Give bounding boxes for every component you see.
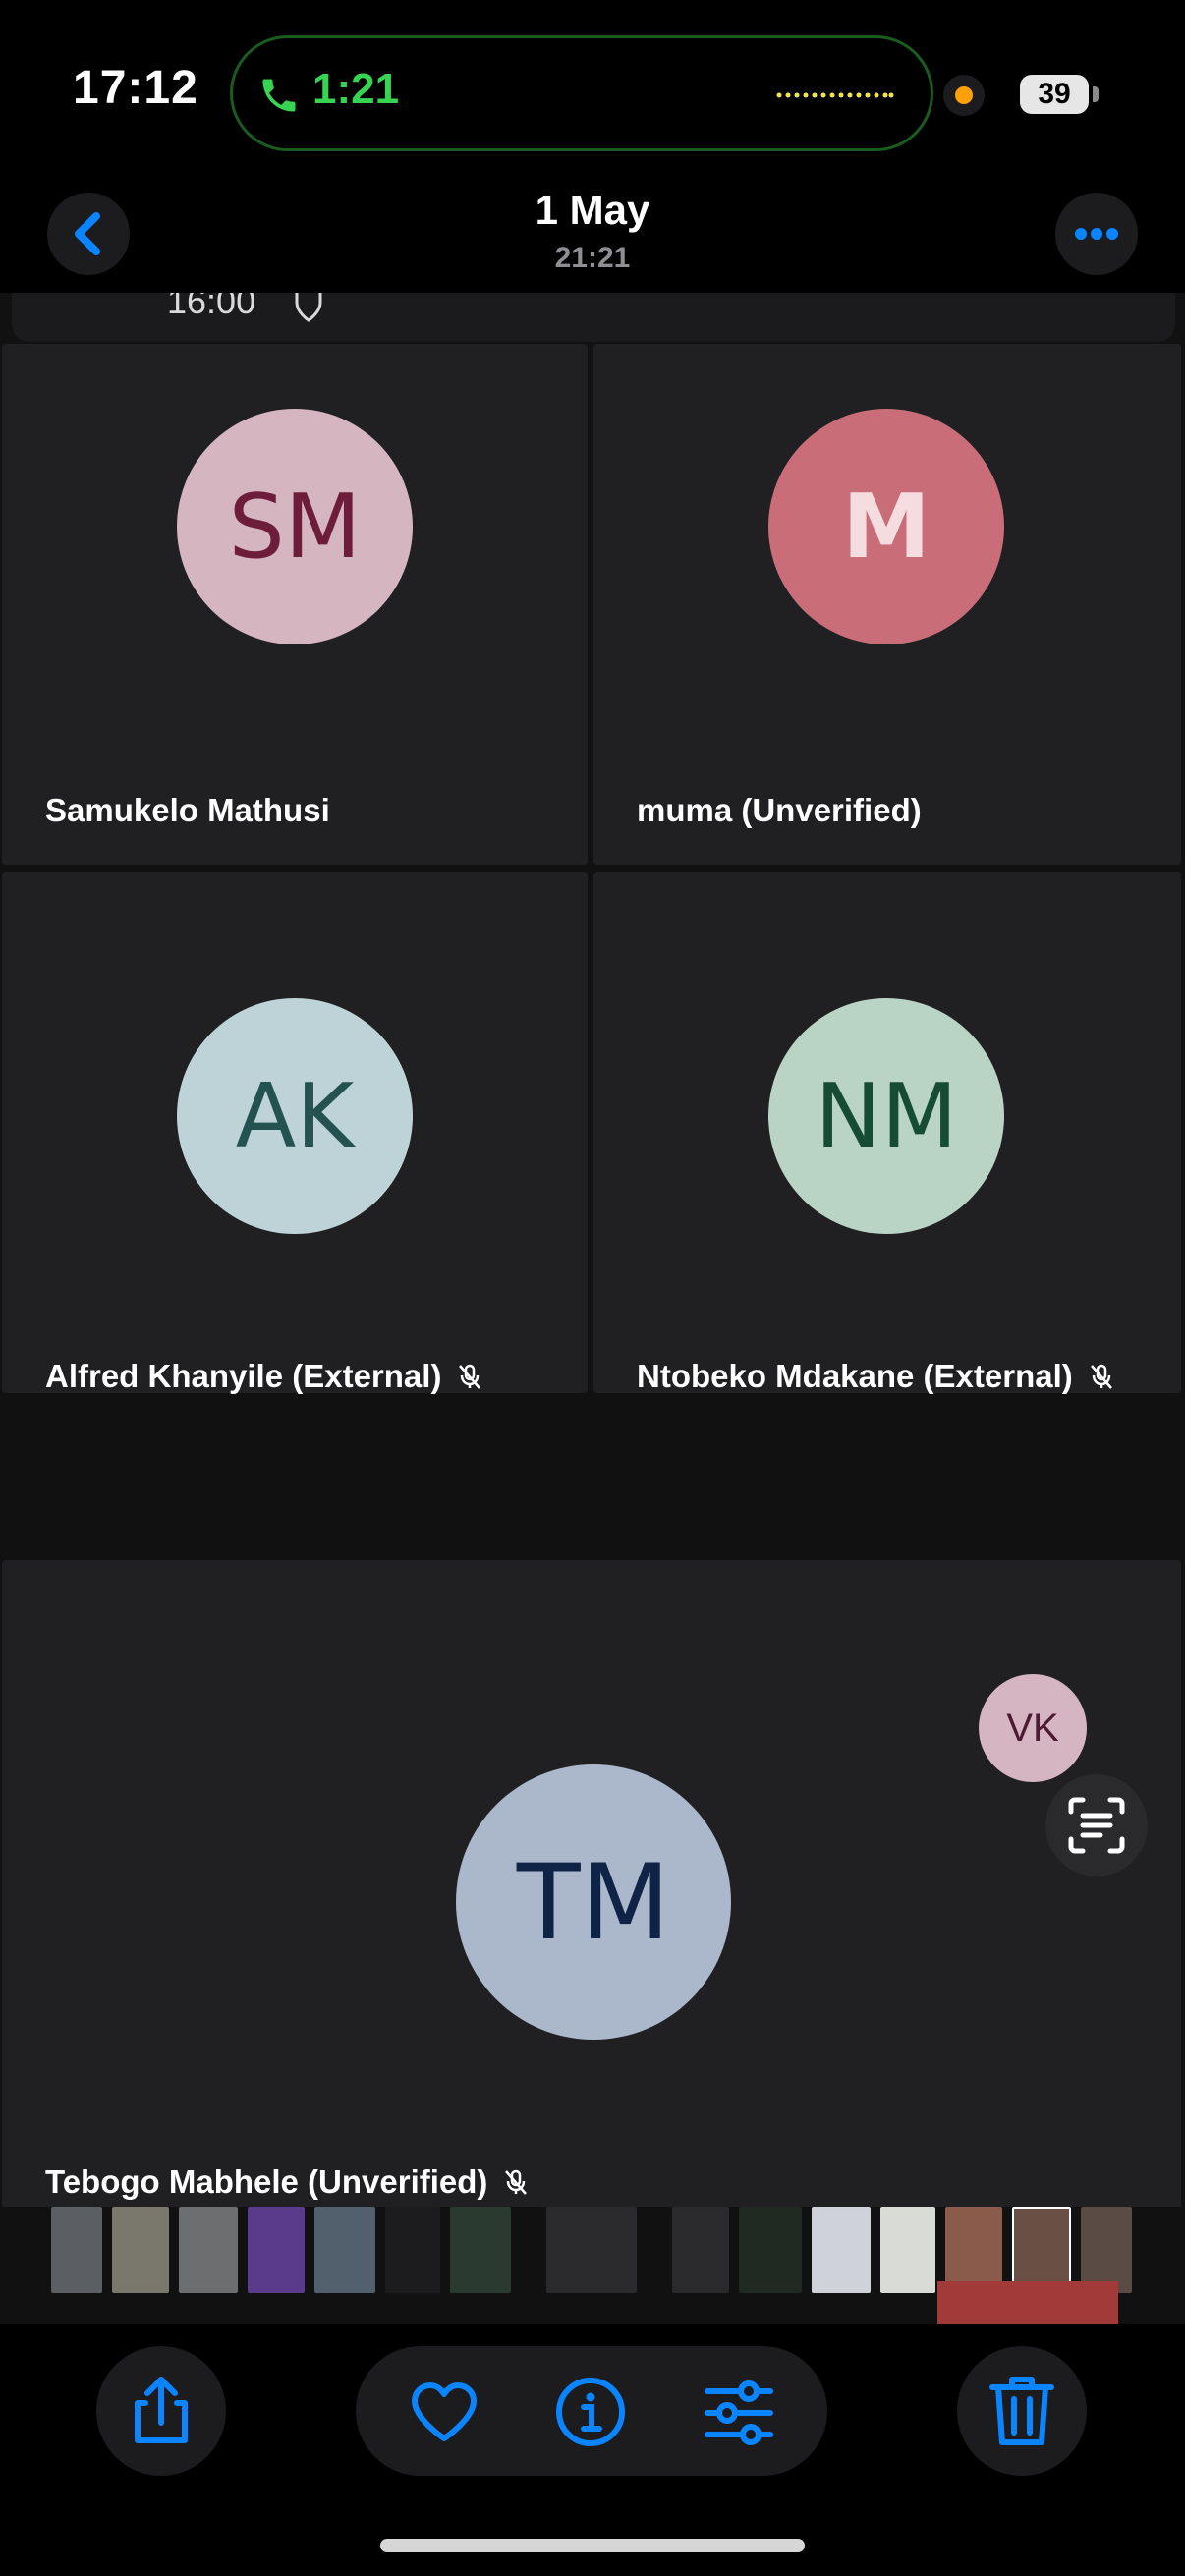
thumbnail[interactable]	[812, 2207, 871, 2293]
thumbnail[interactable]	[112, 2207, 169, 2293]
photo-time: 21:21	[554, 242, 631, 274]
ellipsis-icon	[1075, 228, 1118, 240]
thumbnail[interactable]	[546, 2207, 637, 2293]
participant-tile: NM Ntobeko Mdakane (External)	[593, 872, 1181, 1395]
mic-muted-icon	[1090, 1364, 1112, 1389]
thumbnail[interactable]	[179, 2207, 238, 2293]
battery-indicator: 39	[1020, 75, 1089, 114]
thumbnail[interactable]	[739, 2207, 802, 2293]
battery-tip	[1093, 86, 1099, 102]
mic-muted-icon	[505, 2169, 528, 2195]
text-scan-icon	[1068, 1797, 1125, 1854]
call-duration: 1:21	[312, 65, 400, 113]
thumbnail-strip[interactable]	[0, 2207, 1185, 2324]
cropped-time-text: 16:00	[167, 293, 256, 321]
thumbnail[interactable]	[314, 2207, 375, 2293]
photo-date: 1 May	[535, 187, 650, 233]
shield-icon	[295, 293, 322, 322]
thumbnail[interactable]	[450, 2207, 511, 2293]
thumbnail-highlight	[937, 2281, 1118, 2324]
participant-tile-large: TM Tebogo Mabhele (Unverified)	[2, 1562, 1181, 2240]
share-button[interactable]	[96, 2346, 226, 2476]
floating-self-avatar: VK	[979, 1674, 1087, 1782]
thumbnail[interactable]	[945, 2207, 1002, 2293]
heart-icon[interactable]	[405, 2378, 483, 2446]
trash-icon	[989, 2377, 1054, 2445]
mic-muted-icon	[459, 1364, 481, 1389]
delete-button[interactable]	[957, 2346, 1087, 2476]
participant-avatar: AK	[177, 998, 413, 1234]
thumbnail[interactable]	[880, 2207, 935, 2293]
more-options-button[interactable]	[1055, 193, 1138, 275]
participant-avatar: M	[768, 409, 1004, 644]
live-text-button[interactable]	[1045, 1774, 1148, 1876]
share-icon	[135, 2377, 188, 2443]
thumbnail[interactable]	[385, 2207, 440, 2293]
thumbnail[interactable]	[672, 2207, 729, 2293]
participant-avatar: NM	[768, 998, 1004, 1234]
home-indicator	[380, 2539, 805, 2552]
participant-name: Alfred Khanyile (External)	[45, 1358, 484, 1395]
participant-avatar: SM	[177, 409, 413, 644]
status-time: 17:12	[73, 62, 198, 114]
participant-name: Tebogo Mabhele (Unverified)	[45, 2163, 531, 2201]
audio-waveform-icon	[776, 92, 894, 98]
participant-avatar: TM	[456, 1764, 731, 2040]
info-icon[interactable]	[550, 2372, 631, 2452]
participant-name: muma (Unverified)	[637, 792, 922, 828]
participant-name: Samukelo Mathusi	[45, 792, 330, 828]
thumbnail[interactable]	[248, 2207, 305, 2293]
sliders-icon[interactable]	[700, 2376, 778, 2450]
participant-tile: SM Samukelo Mathusi	[2, 344, 588, 865]
thumbnail[interactable]	[51, 2207, 102, 2293]
phone-icon	[262, 79, 296, 112]
thumbnail[interactable]	[1081, 2207, 1132, 2293]
participant-tile: M muma (Unverified)	[593, 344, 1181, 865]
participant-tile: AK Alfred Khanyile (External)	[2, 872, 588, 1395]
thumbnail-selected[interactable]	[1012, 2207, 1071, 2293]
participant-name: Ntobeko Mdakane (External)	[637, 1358, 1116, 1395]
microphone-in-use-dot	[955, 86, 973, 104]
